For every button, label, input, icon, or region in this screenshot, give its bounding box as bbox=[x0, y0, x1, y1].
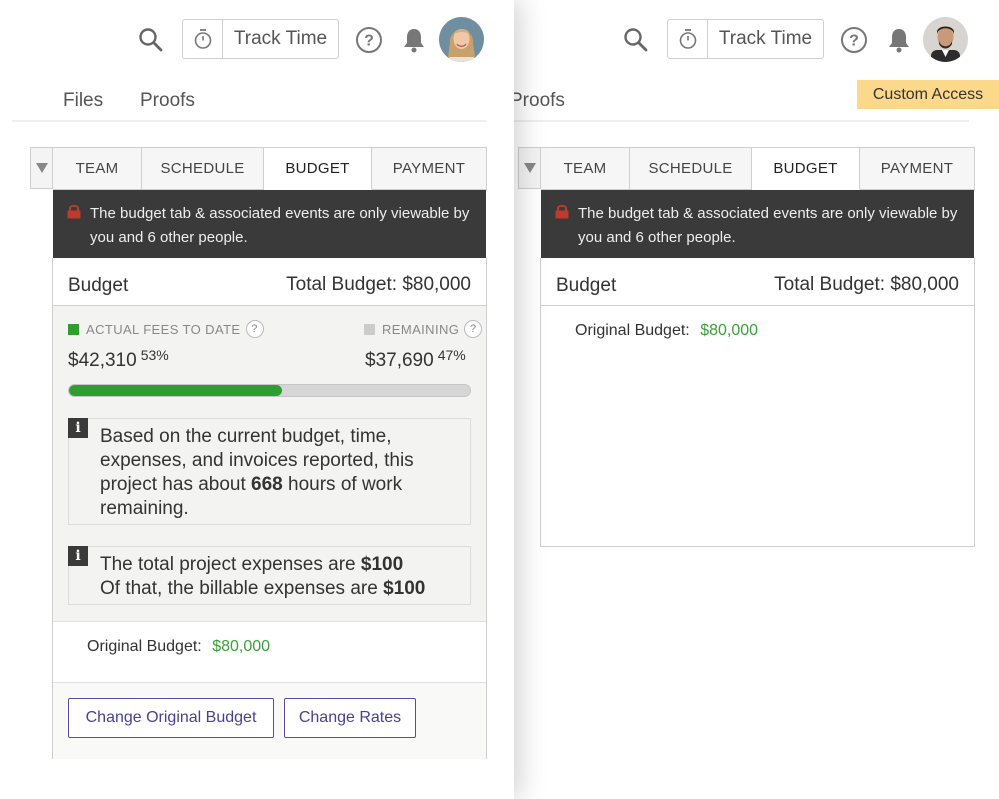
actual-fees-swatch bbox=[68, 323, 79, 335]
expenses-billable-value: $100 bbox=[383, 578, 426, 599]
track-time-label: Track Time bbox=[233, 28, 328, 49]
remaining-amount: $37,690 47% bbox=[365, 347, 466, 372]
custom-access-badge: Custom Access bbox=[857, 80, 999, 109]
original-budget: Original Budget: $80,000 bbox=[575, 322, 758, 340]
help-icon[interactable]: ? bbox=[245, 320, 264, 338]
help-icon[interactable]: ? bbox=[464, 320, 483, 338]
tab-team[interactable]: TEAM bbox=[541, 147, 630, 190]
track-time-label: Track Time bbox=[718, 28, 813, 49]
info-icon: i bbox=[68, 418, 88, 438]
actual-fees-amount: $42,310 53% bbox=[68, 347, 169, 372]
original-budget-label: Original Budget: bbox=[575, 322, 690, 339]
tab-dropdown-toggle[interactable] bbox=[518, 147, 541, 189]
svg-text:?: ? bbox=[364, 33, 374, 50]
privacy-notice: The budget tab & associated events are o… bbox=[53, 190, 486, 258]
budget-actions: Change Original Budget Change Rates bbox=[53, 682, 486, 759]
stopwatch-icon bbox=[183, 20, 223, 58]
tab-bar-left: TEAM SCHEDULE BUDGET PAYMENT bbox=[30, 147, 487, 190]
triangle-down-icon bbox=[35, 163, 48, 173]
budget-panel-right: Budget Total Budget: $80,000 Original Bu… bbox=[540, 258, 975, 547]
remaining-value: $37,690 bbox=[365, 350, 434, 371]
search-icon[interactable] bbox=[138, 27, 164, 53]
expenses-line-total: The total project expenses are $100 bbox=[100, 553, 460, 577]
expenses-total-text: The total project expenses are bbox=[100, 554, 361, 575]
subnav-proofs-tab[interactable]: Proofs bbox=[510, 90, 565, 112]
budget-panel-left: Budget Total Budget: $80,000 ACTUAL FEES… bbox=[52, 258, 487, 759]
track-time-button[interactable]: Track Time bbox=[667, 19, 824, 59]
stopwatch-icon bbox=[668, 20, 708, 58]
remaining-label: REMAINING bbox=[382, 321, 460, 337]
budget-progress-bar bbox=[68, 384, 471, 397]
original-budget: Original Budget: $80,000 bbox=[87, 638, 270, 656]
search-icon[interactable] bbox=[623, 27, 649, 53]
original-budget-label: Original Budget: bbox=[87, 638, 202, 655]
tab-schedule[interactable]: SCHEDULE bbox=[142, 147, 264, 190]
privacy-notice-text: The budget tab & associated events are o… bbox=[578, 205, 958, 246]
lock-icon bbox=[555, 204, 569, 219]
expenses-line-billable: Of that, the billable expenses are $100 bbox=[100, 577, 460, 601]
subnav-files-tab[interactable]: Files bbox=[63, 90, 103, 112]
privacy-notice: The budget tab & associated events are o… bbox=[541, 190, 974, 258]
tab-dropdown-toggle[interactable] bbox=[30, 147, 53, 189]
expenses-info: i The total project expenses are $100 Of… bbox=[68, 546, 471, 605]
left-panel: Track Time ? Files Proofs TEAM SCHEDULE … bbox=[0, 0, 514, 799]
help-circle-icon[interactable]: ? bbox=[840, 26, 868, 54]
info-icon: i bbox=[68, 546, 88, 566]
total-budget: Total Budget: $80,000 bbox=[286, 274, 471, 295]
expenses-billable-text: Of that, the billable expenses are bbox=[100, 578, 384, 599]
budget-title: Budget bbox=[68, 275, 129, 296]
remaining-legend: REMAINING ? bbox=[364, 320, 483, 338]
privacy-notice-text: The budget tab & associated events are o… bbox=[90, 205, 470, 246]
tab-budget[interactable]: BUDGET bbox=[752, 147, 860, 190]
budget-header: Budget Total Budget: $80,000 bbox=[541, 258, 974, 306]
bell-icon[interactable] bbox=[887, 27, 911, 53]
tab-payment[interactable]: PAYMENT bbox=[860, 147, 975, 190]
tab-schedule[interactable]: SCHEDULE bbox=[630, 147, 752, 190]
actual-fees-value: $42,310 bbox=[68, 350, 137, 371]
track-time-button[interactable]: Track Time bbox=[182, 19, 339, 59]
hours-value: 668 bbox=[251, 474, 283, 495]
expenses-total-value: $100 bbox=[360, 554, 404, 575]
total-budget: Total Budget: $80,000 bbox=[774, 274, 959, 295]
help-circle-icon[interactable]: ? bbox=[355, 26, 383, 54]
original-budget-value: $80,000 bbox=[212, 638, 271, 655]
lock-icon bbox=[67, 204, 81, 219]
actual-fees-legend: ACTUAL FEES TO DATE ? bbox=[68, 320, 264, 338]
triangle-down-icon bbox=[523, 163, 536, 173]
user-avatar[interactable] bbox=[439, 17, 484, 62]
actual-fees-percent: 53% bbox=[140, 347, 169, 363]
svg-text:?: ? bbox=[849, 33, 859, 50]
tab-team[interactable]: TEAM bbox=[53, 147, 142, 190]
change-rates-button[interactable]: Change Rates bbox=[284, 698, 416, 738]
actual-fees-label: ACTUAL FEES TO DATE bbox=[86, 321, 241, 337]
tab-budget[interactable]: BUDGET bbox=[264, 147, 372, 190]
budget-title: Budget bbox=[556, 275, 617, 296]
budget-header: Budget Total Budget: $80,000 bbox=[53, 258, 486, 306]
tab-bar-right: TEAM SCHEDULE BUDGET PAYMENT bbox=[518, 147, 975, 190]
original-budget-value: $80,000 bbox=[700, 322, 759, 339]
remaining-percent: 47% bbox=[437, 347, 466, 363]
budget-progress-fill bbox=[69, 385, 282, 396]
subnav-proofs-tab[interactable]: Proofs bbox=[140, 90, 195, 112]
hours-remaining-info: i Based on the current budget, time, exp… bbox=[68, 418, 471, 525]
bell-icon[interactable] bbox=[402, 27, 426, 53]
fees-summary: ACTUAL FEES TO DATE ? REMAINING ? $42,31… bbox=[53, 306, 486, 622]
tab-payment[interactable]: PAYMENT bbox=[372, 147, 487, 190]
user-avatar[interactable] bbox=[923, 17, 968, 62]
change-original-budget-button[interactable]: Change Original Budget bbox=[68, 698, 274, 738]
remaining-swatch bbox=[364, 323, 375, 335]
subnav-left: Files Proofs bbox=[12, 88, 486, 122]
